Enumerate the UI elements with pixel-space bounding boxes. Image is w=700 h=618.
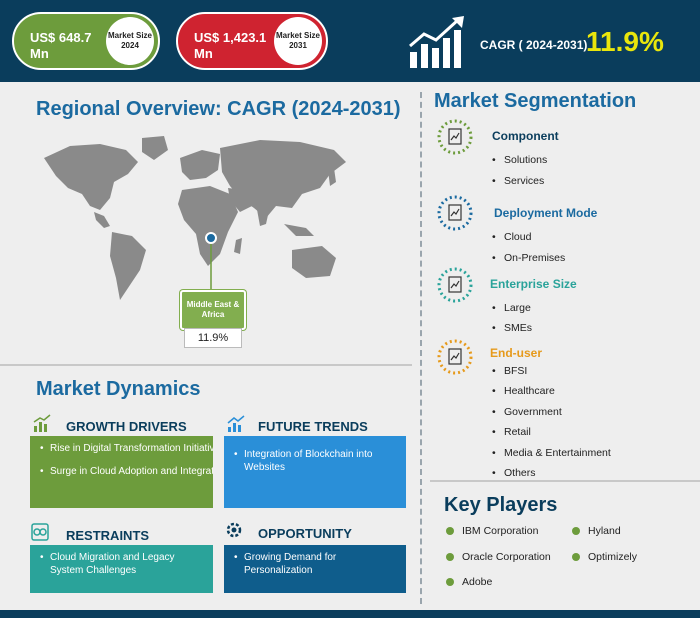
region-name: Middle East & Africa bbox=[180, 290, 246, 330]
bullet-dot-icon bbox=[446, 527, 454, 535]
broken-link-icon bbox=[31, 523, 49, 541]
growth-drivers-box: Rise in Digital Transformation Initiativ… bbox=[30, 436, 213, 508]
region-callout-mea: Middle East & Africa 11.9% bbox=[180, 290, 246, 352]
list-item: Cloud bbox=[492, 231, 532, 243]
market-dynamics-title: Market Dynamics bbox=[36, 378, 201, 400]
list-item: Others bbox=[492, 467, 535, 479]
market-segmentation-title: Market Segmentation bbox=[434, 90, 637, 112]
footer-bar bbox=[0, 610, 700, 618]
list-item: Healthcare bbox=[492, 385, 555, 397]
opportunity-box: Growing Demand for Personalization bbox=[224, 545, 406, 593]
segment-end-user-title: End-user bbox=[490, 346, 543, 360]
list-item: Optimizely bbox=[588, 551, 638, 563]
market-size-2024-label: Market Size 2024 bbox=[106, 17, 154, 65]
bullet-dot-icon bbox=[446, 553, 454, 561]
region-cagr: 11.9% bbox=[184, 328, 242, 348]
list-item: Large bbox=[492, 302, 531, 314]
divider bbox=[0, 364, 412, 366]
deployment-icon bbox=[437, 195, 473, 231]
segment-enterprise-title: Enterprise Size bbox=[490, 277, 577, 291]
list-item: Adobe bbox=[462, 576, 493, 588]
cagr-label: CAGR ( 2024-2031) bbox=[480, 38, 588, 52]
bar-chart-icon bbox=[33, 414, 51, 432]
segment-component-title: Component bbox=[492, 129, 559, 143]
regional-overview-title: Regional Overview: CAGR (2024-2031) bbox=[36, 98, 401, 120]
list-item: Hyland bbox=[588, 525, 621, 537]
list-item: Services bbox=[492, 175, 544, 187]
key-players-title: Key Players bbox=[444, 494, 558, 516]
end-user-icon bbox=[437, 339, 473, 375]
list-item: Cloud Migration and Legacy System Challe… bbox=[40, 551, 207, 577]
trend-chart-icon bbox=[227, 415, 245, 432]
cagr-value: 11.9% bbox=[586, 26, 664, 57]
list-item: Retail bbox=[492, 426, 531, 438]
list-item: Rise in Digital Transformation Initiativ… bbox=[40, 442, 213, 455]
segment-deployment-title: Deployment Mode bbox=[494, 206, 598, 220]
market-size-2031-value: US$ 1,423.1 Mn bbox=[194, 30, 267, 61]
market-size-2031-pill: US$ 1,423.1 Mn Market Size 2031 bbox=[176, 12, 328, 70]
list-item: Surge in Cloud Adoption and Integration bbox=[40, 465, 213, 478]
list-item: Oracle Corporation bbox=[462, 551, 551, 563]
gear-icon bbox=[226, 522, 242, 538]
component-icon bbox=[437, 119, 473, 155]
divider bbox=[420, 92, 422, 604]
list-item: IBM Corporation bbox=[462, 525, 539, 537]
list-item: Integration of Blockchain into Websites bbox=[234, 448, 400, 474]
world-map bbox=[44, 136, 346, 300]
market-size-2024-value: US$ 648.7 Mn bbox=[30, 30, 92, 61]
bullet-dot-icon bbox=[446, 578, 454, 586]
list-item: On-Premises bbox=[492, 252, 565, 264]
bullet-dot-icon bbox=[572, 527, 580, 535]
bullet-dot-icon bbox=[572, 553, 580, 561]
divider bbox=[430, 480, 700, 482]
restraints-box: Cloud Migration and Legacy System Challe… bbox=[30, 545, 213, 593]
market-size-2024-pill: US$ 648.7 Mn Market Size 2024 bbox=[12, 12, 160, 70]
growth-drivers-title: GROWTH DRIVERS bbox=[66, 419, 187, 434]
opportunity-title: OPPORTUNITY bbox=[258, 526, 352, 541]
header-banner: US$ 648.7 Mn Market Size 2024 US$ 1,423.… bbox=[0, 0, 700, 82]
future-trends-title: FUTURE TRENDS bbox=[258, 419, 368, 434]
enterprise-size-icon bbox=[437, 267, 473, 303]
list-item: SMEs bbox=[492, 322, 532, 334]
list-item: Growing Demand for Personalization bbox=[234, 551, 400, 577]
future-trends-box: Integration of Blockchain into Websites bbox=[224, 436, 406, 508]
list-item: Solutions bbox=[492, 154, 547, 166]
list-item: Media & Entertainment bbox=[492, 447, 611, 459]
restraints-title: RESTRAINTS bbox=[66, 528, 150, 543]
market-size-2031-label: Market Size 2031 bbox=[274, 17, 322, 65]
growth-chart-icon bbox=[409, 16, 464, 68]
list-item: Government bbox=[492, 406, 562, 418]
list-item: BFSI bbox=[492, 365, 528, 377]
